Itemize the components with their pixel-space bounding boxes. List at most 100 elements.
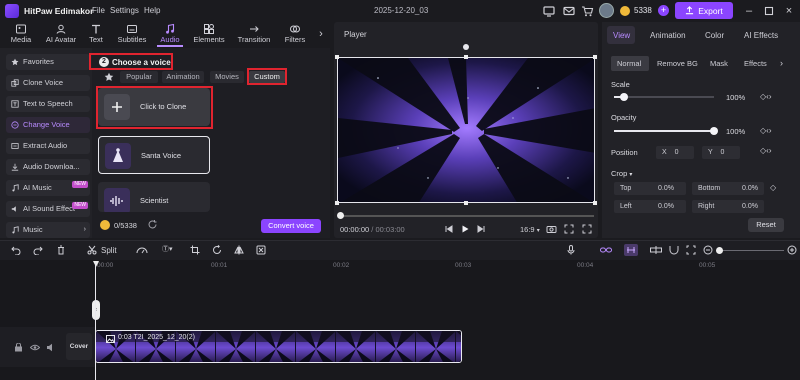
keyframe-icon[interactable]: ◇‹› — [760, 92, 771, 101]
tab-color[interactable]: Color — [705, 31, 724, 40]
next-frame-icon[interactable] — [476, 224, 486, 234]
subtab-popular[interactable]: Popular — [120, 71, 158, 83]
add-credits-icon[interactable]: + — [658, 5, 669, 16]
tab-ai-avatar[interactable]: AI Avatar — [40, 22, 82, 46]
opacity-slider-knob[interactable] — [710, 127, 718, 135]
zoom-in-icon[interactable] — [787, 245, 797, 255]
snap-toggle-icon[interactable] — [624, 244, 638, 256]
resize-handle[interactable] — [593, 201, 597, 205]
reset-button[interactable]: Reset — [748, 218, 784, 232]
rotate-icon[interactable] — [212, 245, 222, 255]
convert-voice-button[interactable]: Convert voice — [261, 219, 321, 233]
scale-value[interactable]: 100% — [726, 93, 745, 102]
keyframe-icon[interactable]: ◇‹› — [760, 126, 771, 135]
avatar[interactable] — [599, 3, 614, 18]
playhead[interactable] — [95, 262, 96, 380]
credits-badge[interactable]: 5338 + — [620, 4, 672, 18]
sidebar-item-favorites[interactable]: Favorites — [6, 54, 90, 70]
fullscreen-icon[interactable] — [582, 224, 592, 234]
sidebar-item-change-voice[interactable]: Change Voice — [6, 117, 90, 133]
aspect-ratio-select[interactable]: 16:9 ▾ — [520, 225, 540, 234]
track-lock-icon[interactable] — [14, 343, 23, 352]
rotate-handle[interactable] — [463, 44, 469, 50]
fit-icon[interactable] — [686, 245, 696, 255]
zoom-slider[interactable] — [716, 250, 784, 251]
keyframe-icon[interactable]: ◇‹› — [760, 146, 771, 155]
resize-handle[interactable] — [335, 55, 339, 59]
tab-animation[interactable]: Animation — [650, 31, 686, 40]
zoom-slider-knob[interactable] — [716, 247, 723, 254]
subtab-movies[interactable]: Movies — [210, 71, 244, 83]
seek-bar[interactable] — [340, 215, 594, 217]
track-view-icon[interactable] — [650, 245, 662, 255]
subtab-effects[interactable]: Effects — [744, 59, 767, 68]
resize-handle[interactable] — [593, 55, 597, 59]
tab-elements[interactable]: Elements — [190, 22, 228, 46]
sidebar-item-ai-music[interactable]: AI Music NEW — [6, 180, 90, 196]
monitor-icon[interactable] — [542, 4, 556, 18]
subtab-animation[interactable]: Animation — [162, 71, 204, 83]
play-icon[interactable] — [460, 224, 470, 234]
sidebar-item-clone-voice[interactable]: Clone Voice — [6, 75, 90, 91]
refresh-icon[interactable] — [147, 219, 158, 230]
crop-icon[interactable] — [190, 245, 200, 255]
video-preview[interactable] — [337, 57, 595, 203]
seek-knob[interactable] — [337, 212, 344, 219]
zoom-out-icon[interactable] — [703, 245, 713, 255]
sidebar-item-extract-audio[interactable]: Extract Audio — [6, 138, 90, 154]
tab-audio[interactable]: Audio — [156, 22, 184, 46]
tab-ai-effects[interactable]: AI Effects — [744, 31, 778, 40]
tabs-scroll-right-icon[interactable]: › — [314, 22, 328, 46]
tab-subtitles[interactable]: Subtitles — [112, 22, 152, 46]
split-icon[interactable] — [87, 245, 97, 255]
delete-icon[interactable] — [56, 245, 66, 255]
menu-file[interactable]: File — [92, 6, 105, 15]
resize-handle[interactable] — [464, 201, 468, 205]
redo-icon[interactable] — [33, 245, 43, 255]
microphone-icon[interactable] — [566, 245, 576, 255]
scale-slider[interactable] — [614, 96, 714, 98]
cover-button[interactable]: Cover — [66, 333, 92, 360]
crop-right-field[interactable]: Right 0.0% — [692, 200, 764, 213]
timeline-ruler[interactable] — [96, 260, 800, 274]
subtab-remove-bg[interactable]: Remove BG — [657, 59, 698, 68]
undo-icon[interactable] — [11, 245, 21, 255]
tab-media[interactable]: Media — [4, 22, 38, 46]
track-mute-icon[interactable] — [46, 343, 56, 352]
subtabs-scroll-right-icon[interactable]: › — [780, 58, 783, 68]
tab-view[interactable]: View — [613, 31, 630, 40]
position-y-field[interactable]: Y 0 — [702, 146, 740, 159]
cart-icon[interactable] — [580, 4, 594, 18]
text-tool-icon[interactable]: Ⓣ▾ — [162, 244, 180, 256]
position-x-field[interactable]: X 0 — [656, 146, 694, 159]
menu-help[interactable]: Help — [144, 6, 160, 15]
favorites-star-icon[interactable] — [104, 72, 114, 82]
magnet-icon[interactable] — [668, 245, 680, 255]
mirror-icon[interactable] — [234, 245, 244, 255]
sidebar-item-music[interactable]: Music › — [6, 222, 90, 238]
subtab-normal[interactable]: Normal — [617, 59, 641, 68]
fullscreen-crop-icon[interactable] — [564, 224, 574, 234]
menu-settings[interactable]: Settings — [110, 6, 139, 15]
resize-handle[interactable] — [464, 55, 468, 59]
santa-voice-card[interactable]: Santa Voice — [98, 136, 210, 174]
close-icon[interactable]: × — [782, 4, 796, 18]
expand-chevron-icon[interactable]: › — [84, 222, 86, 238]
camera-icon[interactable] — [546, 224, 557, 234]
subtab-mask[interactable]: Mask — [710, 59, 728, 68]
tab-filters[interactable]: Filters — [280, 22, 310, 46]
speed-icon[interactable] — [136, 245, 148, 255]
opacity-value[interactable]: 100% — [726, 127, 745, 136]
keyframe-icon[interactable]: ◇ — [770, 183, 776, 192]
tab-text[interactable]: Text — [84, 22, 108, 46]
scale-slider-knob[interactable] — [620, 93, 628, 101]
collapse-handle-icon[interactable]: ‹ — [92, 300, 100, 320]
resize-handle[interactable] — [335, 201, 339, 205]
split-label[interactable]: Split — [101, 246, 117, 255]
scientist-voice-card[interactable]: Scientist — [98, 182, 210, 212]
export-button[interactable]: Export — [675, 2, 733, 19]
sidebar-item-text-to-speech[interactable]: Text to Speech — [6, 96, 90, 112]
maximize-icon[interactable] — [762, 4, 776, 18]
sidebar-item-ai-sound-effect[interactable]: AI Sound Effect NEW — [6, 201, 90, 217]
prev-frame-icon[interactable] — [444, 224, 454, 234]
